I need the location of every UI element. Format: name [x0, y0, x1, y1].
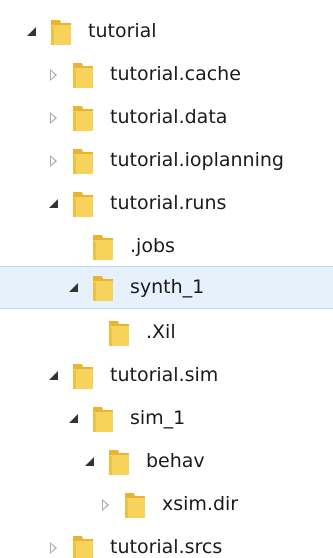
tree-item-behav[interactable]: behav	[0, 440, 333, 483]
expanded-arrow-icon[interactable]	[44, 182, 62, 225]
folder-icon	[90, 272, 116, 304]
tree-item-tutorial-data[interactable]: tutorial.data	[0, 96, 333, 139]
folder-icon	[106, 446, 132, 478]
folder-icon	[70, 188, 96, 220]
tree-item-label: tutorial.ioplanning	[110, 149, 284, 171]
tree-item-tutorial-runs[interactable]: tutorial.runs	[0, 182, 333, 225]
tree-item-label: tutorial.data	[110, 106, 228, 128]
tree-item-tutorial-srcs[interactable]: tutorial.srcs	[0, 526, 333, 558]
expanded-arrow-icon[interactable]	[64, 397, 82, 440]
folder-icon	[70, 102, 96, 134]
tree-item-label: sim_1	[130, 407, 186, 429]
collapsed-arrow-icon[interactable]	[44, 526, 62, 558]
tree-item-label: tutorial	[88, 20, 157, 42]
expanded-arrow-icon[interactable]	[64, 266, 82, 309]
collapsed-arrow-icon[interactable]	[96, 483, 114, 526]
folder-icon	[70, 532, 96, 558]
tree-item-label: synth_1	[130, 276, 205, 298]
expanded-arrow-icon[interactable]	[80, 440, 98, 483]
tree-item-label: tutorial.runs	[110, 192, 227, 214]
tree-item-label: behav	[146, 450, 205, 472]
tree-item-label: .Xil	[146, 321, 176, 343]
tree-item-tutorial-cache[interactable]: tutorial.cache	[0, 53, 333, 96]
folder-icon	[70, 145, 96, 177]
tree-item-sim-1[interactable]: sim_1	[0, 397, 333, 440]
tree-item-tutorial[interactable]: tutorial	[0, 10, 333, 53]
tree-item-tutorial-sim[interactable]: tutorial.sim	[0, 354, 333, 397]
collapsed-arrow-icon[interactable]	[44, 139, 62, 182]
folder-icon	[48, 16, 74, 48]
folder-icon	[70, 59, 96, 91]
tree-item-label: .jobs	[130, 235, 175, 257]
expanded-arrow-icon[interactable]	[22, 10, 40, 53]
folder-icon	[90, 231, 116, 263]
tree-item-xsim-dir[interactable]: xsim.dir	[0, 483, 333, 526]
tree-item-jobs[interactable]: .jobs	[0, 225, 333, 268]
tree-item-label: tutorial.sim	[110, 364, 219, 386]
folder-icon	[90, 403, 116, 435]
tree-item-synth-1[interactable]: synth_1	[0, 266, 333, 309]
tree-item-tutorial-ioplanning[interactable]: tutorial.ioplanning	[0, 139, 333, 182]
collapsed-arrow-icon[interactable]	[44, 53, 62, 96]
folder-icon	[122, 489, 148, 521]
tree-item-xil[interactable]: .Xil	[0, 311, 333, 354]
tree-item-label: xsim.dir	[162, 493, 239, 515]
collapsed-arrow-icon[interactable]	[44, 96, 62, 139]
folder-icon	[70, 360, 96, 392]
tree-item-label: tutorial.cache	[110, 63, 241, 85]
folder-icon	[106, 317, 132, 349]
folder-tree: tutorial tutorial.cache tutorial.data tu…	[0, 0, 333, 558]
tree-item-label: tutorial.srcs	[110, 536, 223, 558]
expanded-arrow-icon[interactable]	[44, 354, 62, 397]
